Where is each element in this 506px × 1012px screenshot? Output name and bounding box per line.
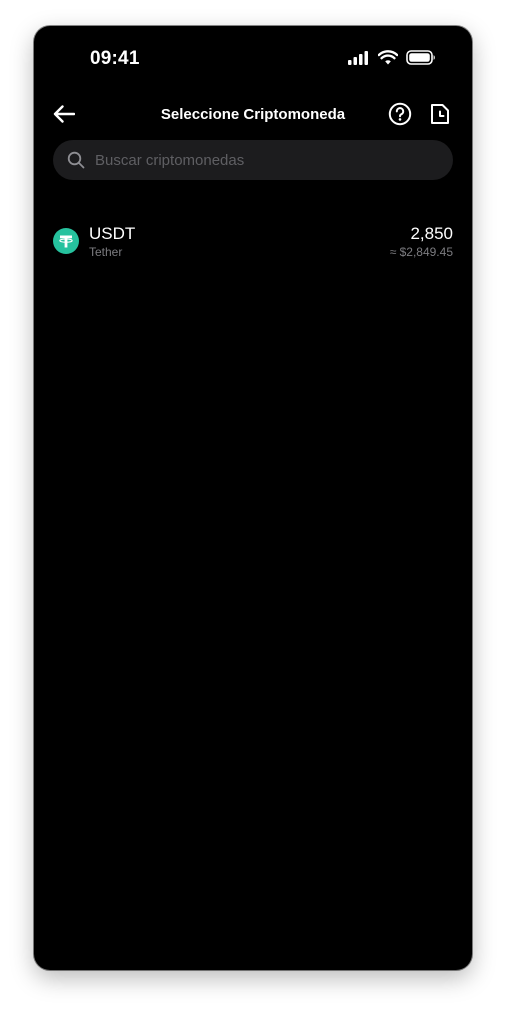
search-bar[interactable]: [53, 140, 453, 180]
tether-logo-icon: [53, 228, 79, 254]
help-button[interactable]: [387, 102, 413, 131]
coin-amount: 2,850: [410, 224, 453, 243]
question-circle-icon: [388, 102, 412, 131]
search-icon: [67, 151, 85, 169]
wifi-icon: [377, 50, 399, 70]
cellular-signal-icon: [348, 50, 370, 70]
status-time: 09:41: [90, 48, 140, 69]
status-icons: [348, 50, 436, 70]
coin-symbol: USDT: [89, 224, 136, 243]
coin-name: Tether: [89, 245, 123, 259]
document-clock-icon: [430, 103, 450, 130]
phone-screen: 09:41 Seleccione Criptomoneda Buscar cri…: [34, 26, 472, 970]
header: Seleccione Criptomoneda: [34, 100, 472, 132]
coin-fiat-value: ≈ $2,849.45: [389, 245, 453, 259]
battery-icon: [406, 50, 436, 70]
search-input[interactable]: [95, 151, 435, 169]
list-item[interactable]: USDT Tether 2,850 ≈ $2,849.45: [53, 222, 453, 262]
history-button[interactable]: [427, 103, 453, 129]
